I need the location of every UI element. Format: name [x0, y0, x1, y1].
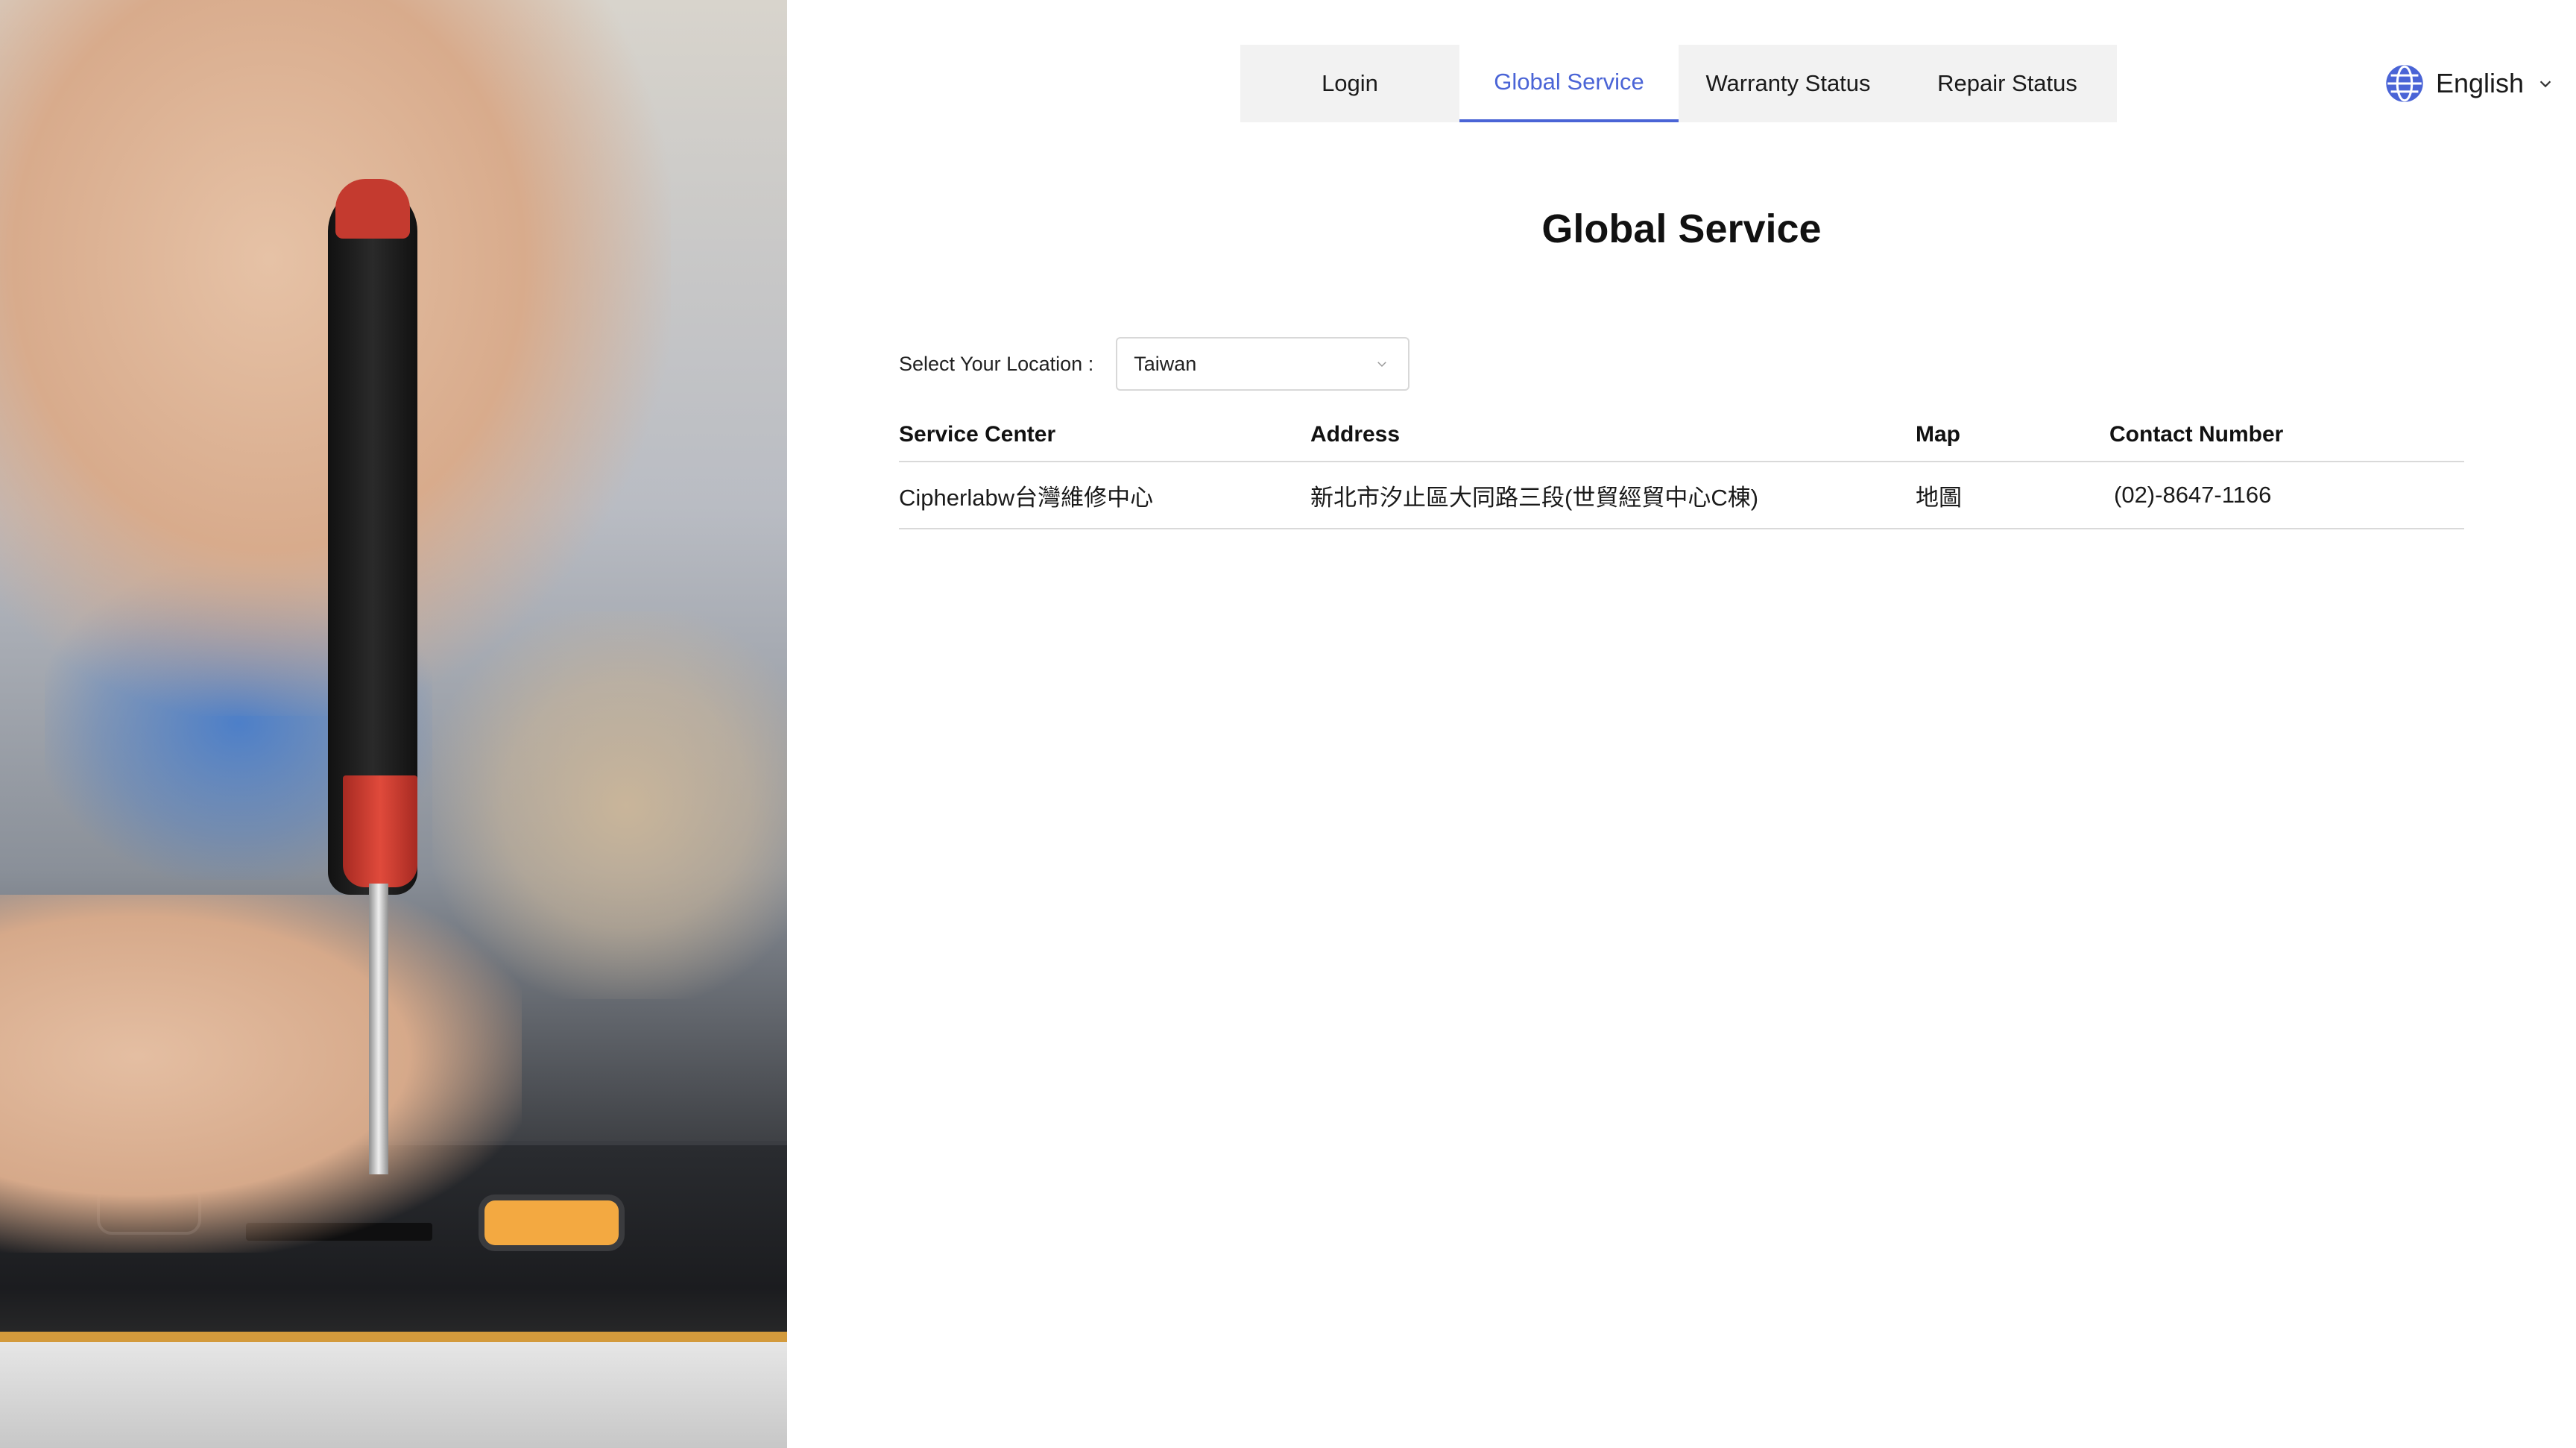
main-content: Login Global Service Warranty Status Rep…: [787, 0, 2576, 1448]
tab-repair-status[interactable]: Repair Status: [1898, 45, 2117, 122]
page-title: Global Service: [1541, 207, 1822, 251]
tab-global-service[interactable]: Global Service: [1459, 45, 1679, 122]
map-link[interactable]: 地圖: [1916, 479, 2109, 512]
location-label: Select Your Location :: [899, 352, 1094, 375]
language-label: English: [2436, 68, 2525, 98]
column-header-service-center: Service Center: [899, 422, 1056, 447]
table-row: Cipherlabw台灣維修中心 新北市汐止區大同路三段(世貿經貿中心C棟) 地…: [899, 462, 2464, 529]
nav-tabs: Login Global Service Warranty Status Rep…: [1240, 45, 2117, 122]
location-select-value: Taiwan: [1134, 352, 1197, 375]
service-center-name: Cipherlabw台灣維修中心: [899, 484, 1154, 511]
photo-screwdriver-cap: [335, 179, 410, 239]
contact-number: (02)-8647-1166: [2114, 482, 2272, 508]
photo-screwdriver-grip: [343, 775, 417, 887]
photo-device-stripe: [0, 1332, 787, 1342]
column-header-map: Map: [1916, 422, 1960, 447]
service-center-table: Service Center Address Map Contact Numbe…: [899, 409, 2464, 529]
photo-device-base: [0, 1342, 787, 1448]
tab-login[interactable]: Login: [1240, 45, 1459, 122]
table-header: Service Center Address Map Contact Numbe…: [899, 409, 2464, 462]
chevron-down-icon: [2539, 81, 2551, 88]
photo-screwdriver-shaft: [369, 884, 388, 1174]
location-row: Select Your Location : Taiwan: [899, 337, 1410, 391]
location-select[interactable]: Taiwan: [1116, 337, 1410, 391]
language-selector[interactable]: English: [2385, 63, 2554, 104]
column-header-contact-number: Contact Number: [2109, 422, 2284, 447]
service-center-address: 新北市汐止區大同路三段(世貿經貿中心C棟): [1310, 484, 1759, 511]
column-header-address: Address: [1310, 422, 1401, 447]
globe-icon: [2386, 65, 2423, 102]
hero-photo: [0, 0, 787, 1448]
chevron-down-icon: [1377, 362, 1386, 368]
photo-hand: [0, 895, 522, 1253]
tab-warranty-status[interactable]: Warranty Status: [1679, 45, 1898, 122]
